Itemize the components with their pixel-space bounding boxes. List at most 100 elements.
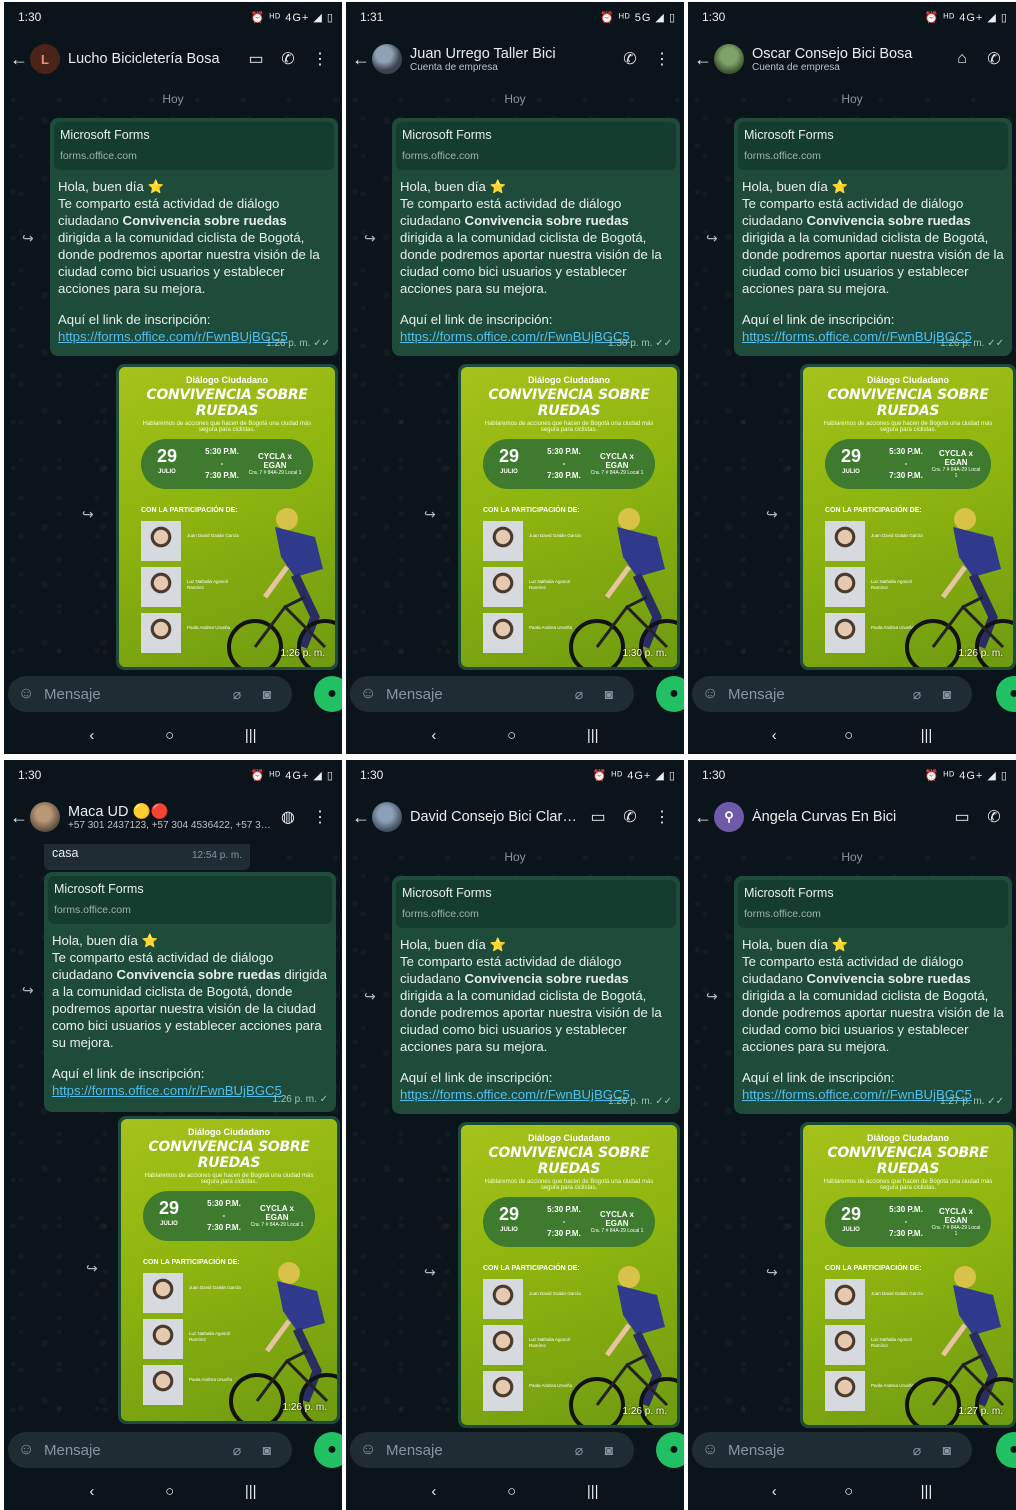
image-message[interactable]: Diálogo Ciudadano CONVIVENCIA SOBRE RUED… bbox=[118, 1116, 340, 1424]
forward-icon[interactable]: ↪ bbox=[766, 506, 778, 523]
camera-icon[interactable]: ◙ bbox=[252, 1442, 282, 1458]
nav-back-icon[interactable]: ‹ bbox=[431, 1483, 436, 1500]
link-preview[interactable]: Microsoft Forms forms.office.com bbox=[396, 122, 676, 170]
message-composer[interactable]: ☺ Mensaje ⌀ ◙ bbox=[8, 676, 292, 712]
attach-icon[interactable]: ⌀ bbox=[222, 1442, 252, 1459]
avatar[interactable] bbox=[714, 44, 744, 74]
avatar[interactable] bbox=[372, 44, 402, 74]
attach-icon[interactable]: ⌀ bbox=[902, 686, 932, 703]
nav-home-icon[interactable]: ○ bbox=[507, 1483, 516, 1500]
forward-icon[interactable]: ↪ bbox=[82, 506, 94, 523]
emoji-icon[interactable]: ☺ bbox=[702, 685, 724, 703]
microphone-button[interactable]: ● bbox=[996, 676, 1016, 712]
video-call-icon[interactable]: ▭ bbox=[582, 807, 614, 827]
message-input[interactable]: Mensaje bbox=[386, 1442, 564, 1459]
message-bubble[interactable]: Microsoft Forms forms.office.com Hola, b… bbox=[392, 876, 680, 1114]
image-message[interactable]: Diálogo Ciudadano CONVIVENCIA SOBRE RUED… bbox=[800, 1122, 1016, 1428]
back-arrow-icon[interactable]: ← bbox=[10, 49, 30, 70]
image-message[interactable]: Diálogo Ciudadano CONVIVENCIA SOBRE RUED… bbox=[458, 1122, 680, 1428]
microphone-button[interactable]: ● bbox=[996, 1432, 1016, 1468]
nav-home-icon[interactable]: ○ bbox=[844, 1483, 853, 1500]
forward-icon[interactable]: ↪ bbox=[22, 982, 34, 999]
contact-info[interactable]: Juan Urrego Taller Bici Cuenta de empres… bbox=[410, 46, 614, 73]
emoji-icon[interactable]: ☺ bbox=[360, 1441, 382, 1459]
attach-icon[interactable]: ⌀ bbox=[564, 686, 594, 703]
previous-message[interactable]: casa 12:54 p. m. bbox=[44, 844, 250, 870]
forward-icon[interactable]: ↪ bbox=[22, 230, 34, 247]
nav-back-icon[interactable]: ‹ bbox=[772, 1483, 777, 1500]
nav-recents-icon[interactable]: ||| bbox=[587, 1483, 599, 1500]
nav-home-icon[interactable]: ○ bbox=[165, 727, 174, 744]
emoji-icon[interactable]: ☺ bbox=[702, 1441, 724, 1459]
registration-link[interactable]: https://forms.office.com/r/FwnBUjBGC5 bbox=[742, 329, 972, 344]
image-message[interactable]: Diálogo Ciudadano CONVIVENCIA SOBRE RUED… bbox=[458, 364, 680, 670]
nav-recents-icon[interactable]: ||| bbox=[587, 727, 599, 744]
registration-link[interactable]: https://forms.office.com/r/FwnBUjBGC5 bbox=[742, 1087, 972, 1102]
emoji-icon[interactable]: ☺ bbox=[360, 685, 382, 703]
video-call-icon[interactable]: ▭ bbox=[240, 49, 272, 69]
forward-icon[interactable]: ↪ bbox=[424, 1264, 436, 1281]
nav-recents-icon[interactable]: ||| bbox=[921, 1483, 933, 1500]
microphone-button[interactable]: ● bbox=[314, 1432, 342, 1468]
back-arrow-icon[interactable]: ← bbox=[352, 49, 372, 70]
nav-home-icon[interactable]: ○ bbox=[507, 727, 516, 744]
message-composer[interactable]: ☺ Mensaje ⌀ ◙ bbox=[8, 1432, 292, 1468]
attach-icon[interactable]: ⌀ bbox=[902, 1442, 932, 1459]
registration-link[interactable]: https://forms.office.com/r/FwnBUjBGC5 bbox=[58, 329, 288, 344]
link-preview[interactable]: Microsoft Forms forms.office.com bbox=[738, 880, 1008, 928]
nav-back-icon[interactable]: ‹ bbox=[431, 727, 436, 744]
message-bubble[interactable]: Microsoft Forms forms.office.com Hola, b… bbox=[44, 872, 336, 1112]
message-bubble[interactable]: Microsoft Forms forms.office.com Hola, b… bbox=[734, 876, 1012, 1114]
store-icon[interactable]: ⌂ bbox=[946, 50, 978, 68]
message-bubble[interactable]: Microsoft Forms forms.office.com Hola, b… bbox=[392, 118, 680, 356]
back-arrow-icon[interactable]: ← bbox=[694, 807, 714, 828]
forward-icon[interactable]: ↪ bbox=[706, 988, 718, 1005]
message-composer[interactable]: ☺ Mensaje ⌀ ◙ bbox=[692, 1432, 972, 1468]
add-call-icon[interactable]: ✆ bbox=[978, 49, 1010, 69]
image-message[interactable]: Diálogo Ciudadano CONVIVENCIA SOBRE RUED… bbox=[116, 364, 338, 670]
image-message[interactable]: Diálogo Ciudadano CONVIVENCIA SOBRE RUED… bbox=[800, 364, 1016, 670]
nav-back-icon[interactable]: ‹ bbox=[89, 1483, 94, 1500]
microphone-button[interactable]: ● bbox=[656, 676, 684, 712]
forward-icon[interactable]: ↪ bbox=[424, 506, 436, 523]
contact-info[interactable]: Oscar Consejo Bici Bosa Cuenta de empres… bbox=[752, 46, 946, 73]
message-input[interactable]: Mensaje bbox=[386, 686, 564, 703]
more-options-icon[interactable]: ⋮ bbox=[304, 807, 336, 827]
message-input[interactable]: Mensaje bbox=[728, 686, 902, 703]
video-call-icon[interactable]: ▭ bbox=[946, 807, 978, 827]
nav-recents-icon[interactable]: ||| bbox=[245, 1483, 257, 1500]
message-input[interactable]: Mensaje bbox=[44, 1442, 222, 1459]
camera-icon[interactable]: ◙ bbox=[594, 686, 624, 702]
link-preview[interactable]: Microsoft Forms forms.office.com bbox=[396, 880, 676, 928]
avatar[interactable]: L bbox=[30, 44, 60, 74]
phone-call-icon[interactable]: ✆ bbox=[272, 49, 304, 69]
forward-icon[interactable]: ↪ bbox=[364, 988, 376, 1005]
message-bubble[interactable]: Microsoft Forms forms.office.com Hola, b… bbox=[734, 118, 1012, 356]
more-options-icon[interactable]: ⋮ bbox=[646, 807, 678, 827]
contact-info[interactable]: Lucho Bicicletería Bosa bbox=[68, 51, 240, 67]
attach-icon[interactable]: ⌀ bbox=[564, 1442, 594, 1459]
emoji-icon[interactable]: ☺ bbox=[18, 685, 40, 703]
add-call-icon[interactable]: ✆ bbox=[614, 49, 646, 69]
attach-icon[interactable]: ⌀ bbox=[222, 686, 252, 703]
emoji-icon[interactable]: ☺ bbox=[18, 1441, 40, 1459]
nav-back-icon[interactable]: ‹ bbox=[772, 727, 777, 744]
nav-back-icon[interactable]: ‹ bbox=[89, 727, 94, 744]
contact-info[interactable]: Ángela Curvas En Bici bbox=[752, 809, 946, 825]
message-composer[interactable]: ☺ Mensaje ⌀ ◙ bbox=[350, 1432, 634, 1468]
message-composer[interactable]: ☺ Mensaje ⌀ ◙ bbox=[350, 676, 634, 712]
camera-icon[interactable]: ◙ bbox=[252, 686, 282, 702]
nav-home-icon[interactable]: ○ bbox=[165, 1483, 174, 1500]
message-input[interactable]: Mensaje bbox=[728, 1442, 902, 1459]
forward-icon[interactable]: ↪ bbox=[364, 230, 376, 247]
link-preview[interactable]: Microsoft Forms forms.office.com bbox=[738, 122, 1008, 170]
link-preview[interactable]: Microsoft Forms forms.office.com bbox=[48, 876, 332, 924]
avatar[interactable] bbox=[372, 802, 402, 832]
phone-call-icon[interactable]: ✆ bbox=[614, 807, 646, 827]
forward-icon[interactable]: ↪ bbox=[706, 230, 718, 247]
microphone-button[interactable]: ● bbox=[656, 1432, 684, 1468]
nav-recents-icon[interactable]: ||| bbox=[921, 727, 933, 744]
link-preview[interactable]: Microsoft Forms forms.office.com bbox=[54, 122, 334, 170]
registration-link[interactable]: https://forms.office.com/r/FwnBUjBGC5 bbox=[400, 329, 630, 344]
more-options-icon[interactable]: ⋮ bbox=[646, 49, 678, 69]
